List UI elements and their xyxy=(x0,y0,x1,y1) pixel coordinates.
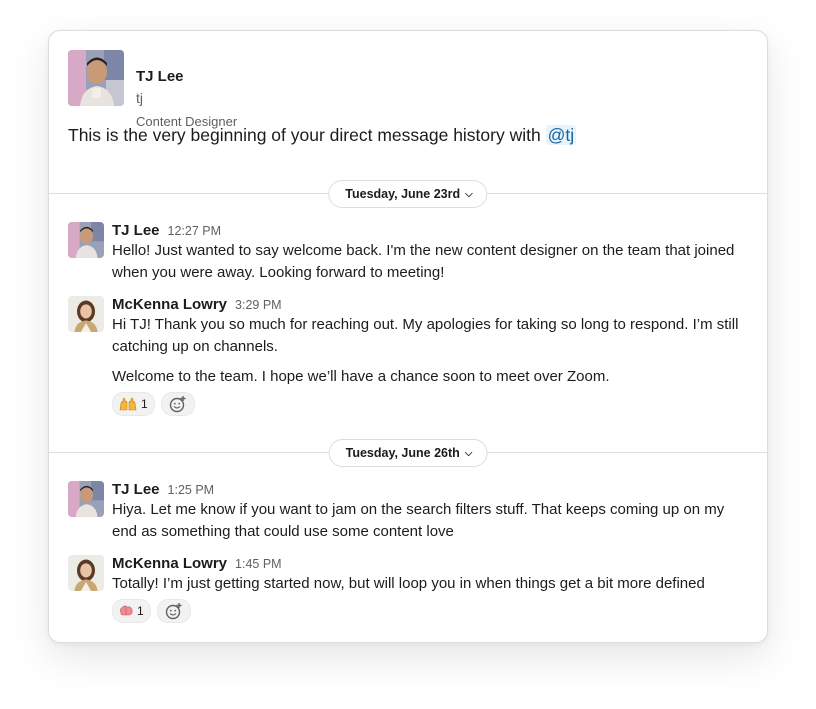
avatar-tj-lee[interactable] xyxy=(68,50,124,106)
sender-name[interactable]: McKenna Lowry xyxy=(112,555,227,572)
tj-lee-photo-icon xyxy=(68,222,104,258)
add-reaction-button[interactable] xyxy=(160,392,195,416)
message-text: Totally! I’m just getting started now, b… xyxy=(112,575,705,592)
message-text: Hi TJ! Thank you so much for reaching ou… xyxy=(112,316,739,355)
reaction-bar: 1 xyxy=(112,392,195,416)
avatar-tj-lee[interactable] xyxy=(68,222,104,258)
chevron-down-icon: ⌵ xyxy=(464,448,473,459)
sender-name[interactable]: TJ Lee xyxy=(112,481,160,498)
date-label: Tuesday, June 26th xyxy=(345,446,460,460)
intro-message: This is the very beginning of your direc… xyxy=(68,125,577,146)
message-text: Hiya. Let me know if you want to jam on … xyxy=(112,501,725,540)
message-text: Hello! Just wanted to say welcome back. … xyxy=(112,242,735,281)
reaction-pill[interactable]: 1 xyxy=(112,392,155,416)
mention-tj[interactable]: @tj xyxy=(545,125,577,145)
add-emoji-icon xyxy=(165,603,182,620)
mckenna-lowry-photo-icon xyxy=(68,555,104,591)
add-emoji-icon xyxy=(169,396,186,413)
raised-hands-icon xyxy=(119,397,137,411)
reaction-bar: 1 xyxy=(112,599,191,623)
mckenna-lowry-photo-icon xyxy=(68,296,104,332)
chevron-down-icon: ⌵ xyxy=(465,189,473,200)
message-timestamp[interactable]: 1:45 PM xyxy=(235,557,282,571)
message-header: TJ Lee 12:27 PM xyxy=(112,222,221,240)
message-header: TJ Lee 1:25 PM xyxy=(112,481,214,499)
date-pill-june-23[interactable]: Tuesday, June 23rd ⌵ xyxy=(328,180,488,208)
date-pill-june-26[interactable]: Tuesday, June 26th ⌵ xyxy=(328,439,488,467)
date-label: Tuesday, June 23rd xyxy=(345,187,461,201)
message-timestamp[interactable]: 12:27 PM xyxy=(168,224,222,238)
reaction-pill[interactable]: 1 xyxy=(112,599,151,623)
add-reaction-button[interactable] xyxy=(156,599,191,623)
tj-lee-photo-icon xyxy=(68,481,104,517)
avatar-mckenna-lowry[interactable] xyxy=(68,555,104,591)
message-timestamp[interactable]: 1:25 PM xyxy=(168,483,215,497)
reaction-count: 1 xyxy=(141,397,148,411)
message-header: McKenna Lowry 1:45 PM xyxy=(112,555,282,573)
message-timestamp[interactable]: 3:29 PM xyxy=(235,298,282,312)
message-text: Welcome to the team. I hope we’ll have a… xyxy=(112,368,610,385)
reaction-count: 1 xyxy=(137,604,144,618)
profile-handle: tj xyxy=(136,90,143,106)
tj-lee-photo-icon xyxy=(68,50,124,106)
avatar-tj-lee[interactable] xyxy=(68,481,104,517)
avatar-mckenna-lowry[interactable] xyxy=(68,296,104,332)
intro-text: This is the very beginning of your direc… xyxy=(68,125,546,145)
dm-history-card: TJ Lee tj Content Designer This is the v… xyxy=(48,30,768,643)
profile-name[interactable]: TJ Lee xyxy=(136,68,184,85)
message-header: McKenna Lowry 3:29 PM xyxy=(112,296,282,314)
sender-name[interactable]: TJ Lee xyxy=(112,222,160,239)
sender-name[interactable]: McKenna Lowry xyxy=(112,296,227,313)
brain-icon xyxy=(120,605,133,616)
